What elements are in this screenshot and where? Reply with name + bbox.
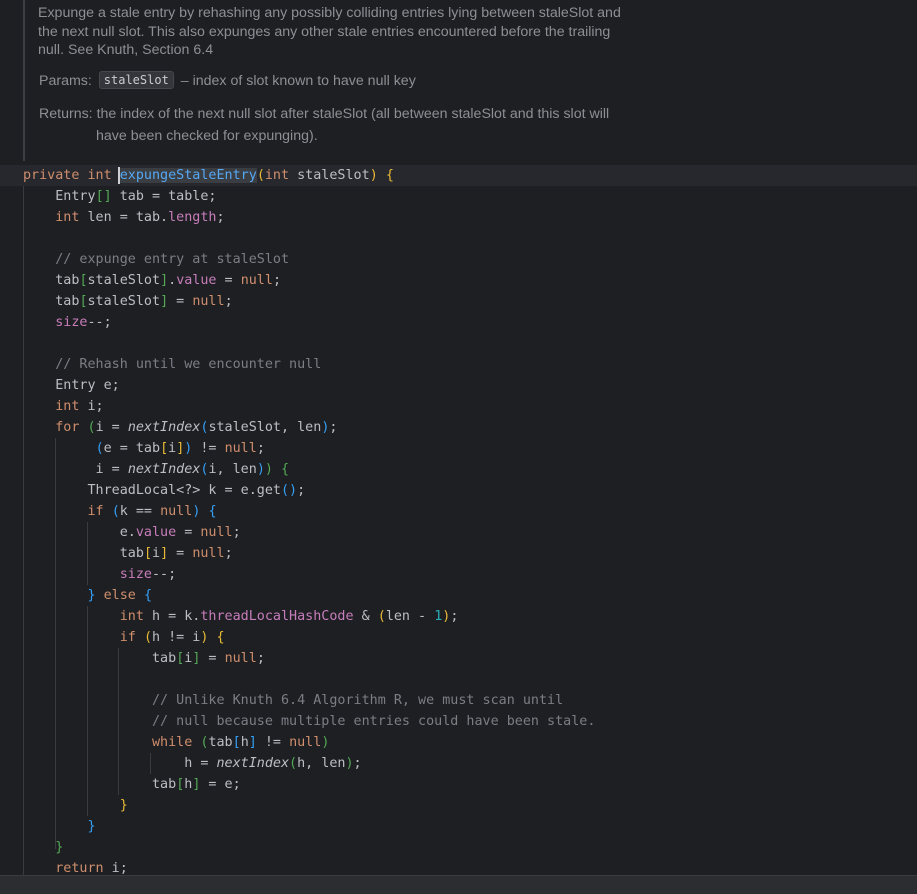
- code-line[interactable]: } else {: [23, 585, 153, 606]
- javadoc-description: Expunge a stale entry by rehashing any p…: [38, 5, 621, 58]
- code-line[interactable]: tab[staleSlot].value = null;: [23, 270, 281, 291]
- code-line[interactable]: Entry[] tab = table;: [23, 186, 216, 207]
- code-line[interactable]: for (i = nextIndex(staleSlot, len);: [23, 417, 337, 438]
- code-line[interactable]: Entry e;: [23, 375, 120, 396]
- javadoc-returns-line1: the index of the next null slot after st…: [96, 106, 610, 122]
- code-line[interactable]: ThreadLocal<?> k = e.get();: [23, 480, 305, 501]
- editor-bottom-bar: [0, 875, 917, 894]
- code-line[interactable]: tab[i] = null;: [23, 648, 265, 669]
- code-line[interactable]: if (k == null) {: [23, 501, 217, 522]
- code-line[interactable]: // expunge entry at staleSlot: [23, 249, 289, 270]
- code-line[interactable]: int len = tab.length;: [23, 207, 224, 228]
- code-line[interactable]: tab[i] = null;: [23, 543, 233, 564]
- javadoc-returns-row: Returns: the index of the next null slot…: [39, 103, 609, 125]
- code-line[interactable]: }: [23, 816, 96, 837]
- code-line[interactable]: if (h != i) {: [23, 627, 225, 648]
- code-line[interactable]: int i;: [23, 396, 103, 417]
- code-line[interactable]: while (tab[h] != null): [23, 732, 329, 753]
- code-line[interactable]: }: [23, 837, 63, 858]
- code-line[interactable]: size--;: [23, 564, 176, 585]
- code-line[interactable]: tab[h] = e;: [23, 774, 241, 795]
- code-line[interactable]: e.value = null;: [23, 522, 241, 543]
- code-line[interactable]: i = nextIndex(i, len)) {: [23, 459, 290, 480]
- javadoc-params-label: Params:: [39, 73, 92, 89]
- code-line[interactable]: size--;: [23, 312, 111, 333]
- code-line[interactable]: // Unlike Knuth 6.4 Algorithm R, we must…: [23, 690, 563, 711]
- code-line[interactable]: // null because multiple entries could h…: [23, 711, 595, 732]
- javadoc-param-name[interactable]: staleSlot: [98, 71, 174, 89]
- javadoc-params-row: Params: staleSlot – index of slot known …: [39, 70, 416, 92]
- javadoc-param-desc: – index of slot known to have null key: [180, 73, 416, 89]
- javadoc-rendered-block: Expunge a stale entry by rehashing any p…: [23, 0, 917, 161]
- code-line[interactable]: tab[staleSlot] = null;: [23, 291, 232, 312]
- code-line[interactable]: }: [23, 795, 128, 816]
- code-line[interactable]: int h = k.threadLocalHashCode & (len - 1…: [23, 606, 459, 627]
- code-line[interactable]: // Rehash until we encounter null: [23, 354, 321, 375]
- code-line[interactable]: h = nextIndex(h, len);: [23, 753, 361, 774]
- javadoc-returns-label: Returns:: [39, 106, 93, 122]
- code-line[interactable]: private int expungeStaleEntry(int staleS…: [23, 165, 394, 186]
- code-line[interactable]: (e = tab[i]) != null;: [23, 438, 265, 459]
- text-caret: [118, 167, 120, 184]
- javadoc-returns-line2: have been checked for expunging).: [96, 128, 318, 144]
